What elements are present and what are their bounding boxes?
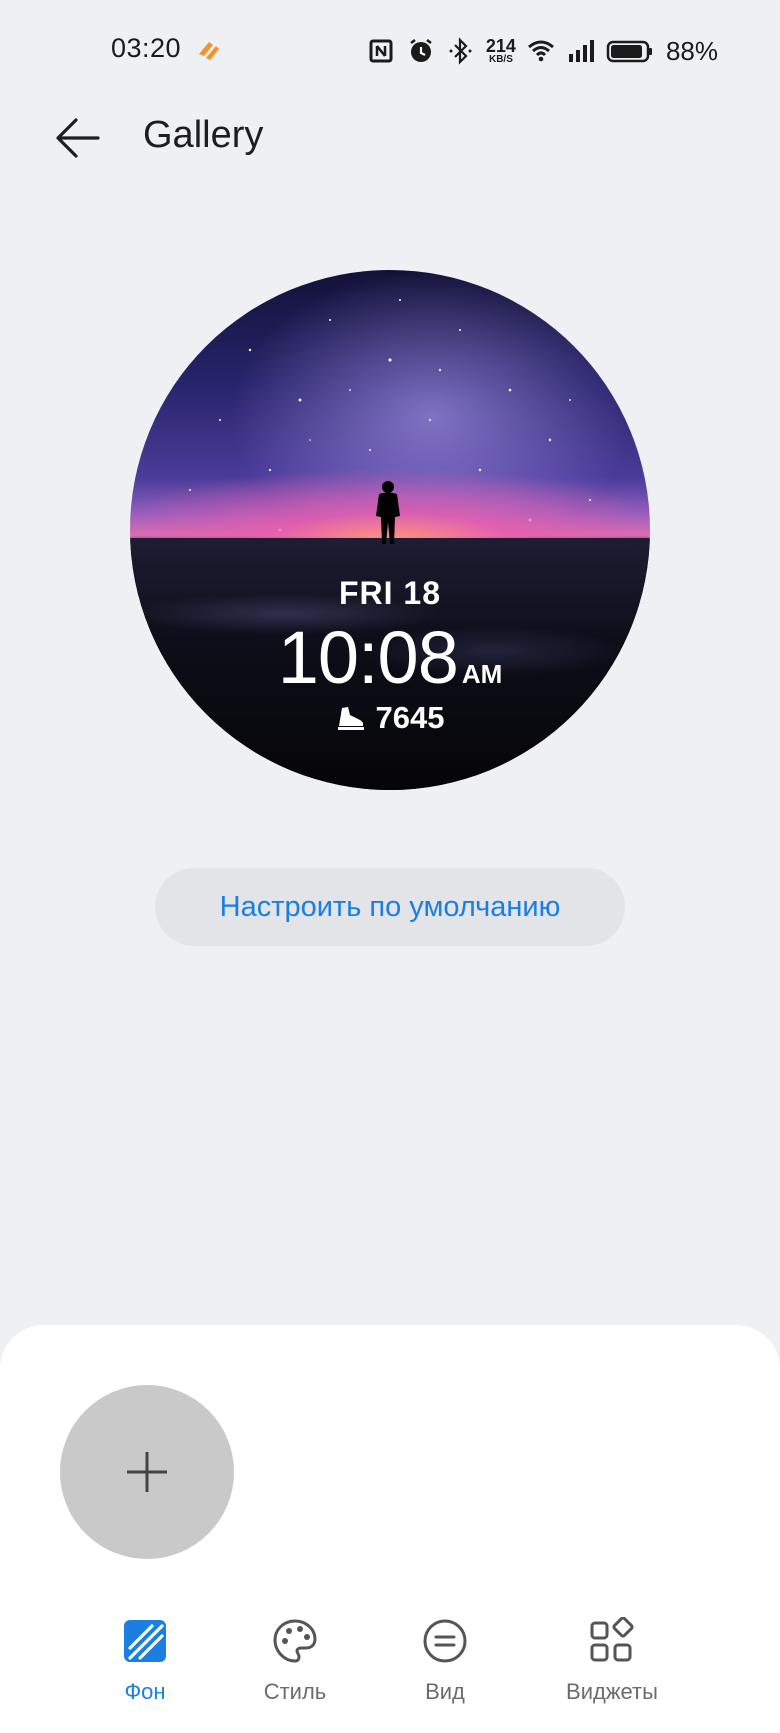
tab-background[interactable]: Фон bbox=[70, 1615, 220, 1705]
palette-icon bbox=[273, 1619, 317, 1663]
signal-icon bbox=[568, 40, 594, 62]
widgets-icon bbox=[590, 1617, 634, 1662]
watch-ampm: AM bbox=[461, 659, 503, 689]
network-speed-unit: KB/S bbox=[488, 54, 513, 65]
battery-percent: 88% bbox=[665, 35, 718, 66]
plus-icon bbox=[127, 1452, 167, 1492]
back-button[interactable] bbox=[50, 110, 106, 166]
page-title: Gallery bbox=[143, 114, 264, 156]
bluetooth-icon bbox=[449, 37, 472, 65]
tab-style-label: Стиль bbox=[263, 1679, 327, 1704]
tab-background-label: Фон bbox=[124, 1679, 166, 1704]
network-speed-value: 214 bbox=[485, 36, 516, 56]
tab-view-label: Вид bbox=[425, 1679, 465, 1704]
tab-widgets[interactable]: Виджеты bbox=[537, 1615, 687, 1705]
app-notification-icon bbox=[199, 42, 219, 60]
tab-view[interactable]: Вид bbox=[370, 1615, 520, 1705]
back-arrow-icon bbox=[56, 118, 100, 158]
watch-time: 10:08 bbox=[277, 616, 459, 699]
layout-icon bbox=[423, 1619, 467, 1663]
background-icon bbox=[124, 1620, 166, 1662]
tab-widgets-label: Виджеты bbox=[566, 1679, 658, 1704]
status-icons: 214 KB/S 88% bbox=[366, 32, 718, 70]
person-silhouette bbox=[376, 481, 400, 544]
nfc-icon bbox=[369, 39, 393, 63]
reset-default-button[interactable]: Настроить по умолчанию bbox=[155, 868, 625, 946]
alarm-icon bbox=[410, 39, 432, 62]
watch-steps: 7645 bbox=[130, 700, 650, 736]
wifi-icon bbox=[527, 40, 554, 62]
shoe-icon bbox=[337, 707, 364, 730]
watch-face-preview: FRI 18 10:08 AM 7645 bbox=[130, 270, 650, 790]
watch-date: FRI 18 bbox=[338, 575, 442, 611]
watch-steps-value: 7645 bbox=[375, 700, 445, 735]
bottom-sheet: Фон Стиль Вид Виджеты bbox=[0, 1325, 780, 1733]
status-bar: 03:20 214 KB/S 88% bbox=[0, 0, 780, 104]
battery-icon bbox=[606, 40, 652, 63]
network-speed: 214 KB/S bbox=[486, 37, 516, 65]
tab-style[interactable]: Стиль bbox=[220, 1615, 370, 1705]
add-photo-button[interactable] bbox=[60, 1385, 234, 1559]
watch-time-container: 10:08 AM bbox=[130, 615, 650, 700]
status-time: 03:20 bbox=[111, 33, 182, 63]
tab-bar: Фон Стиль Вид Виджеты bbox=[0, 1615, 780, 1725]
